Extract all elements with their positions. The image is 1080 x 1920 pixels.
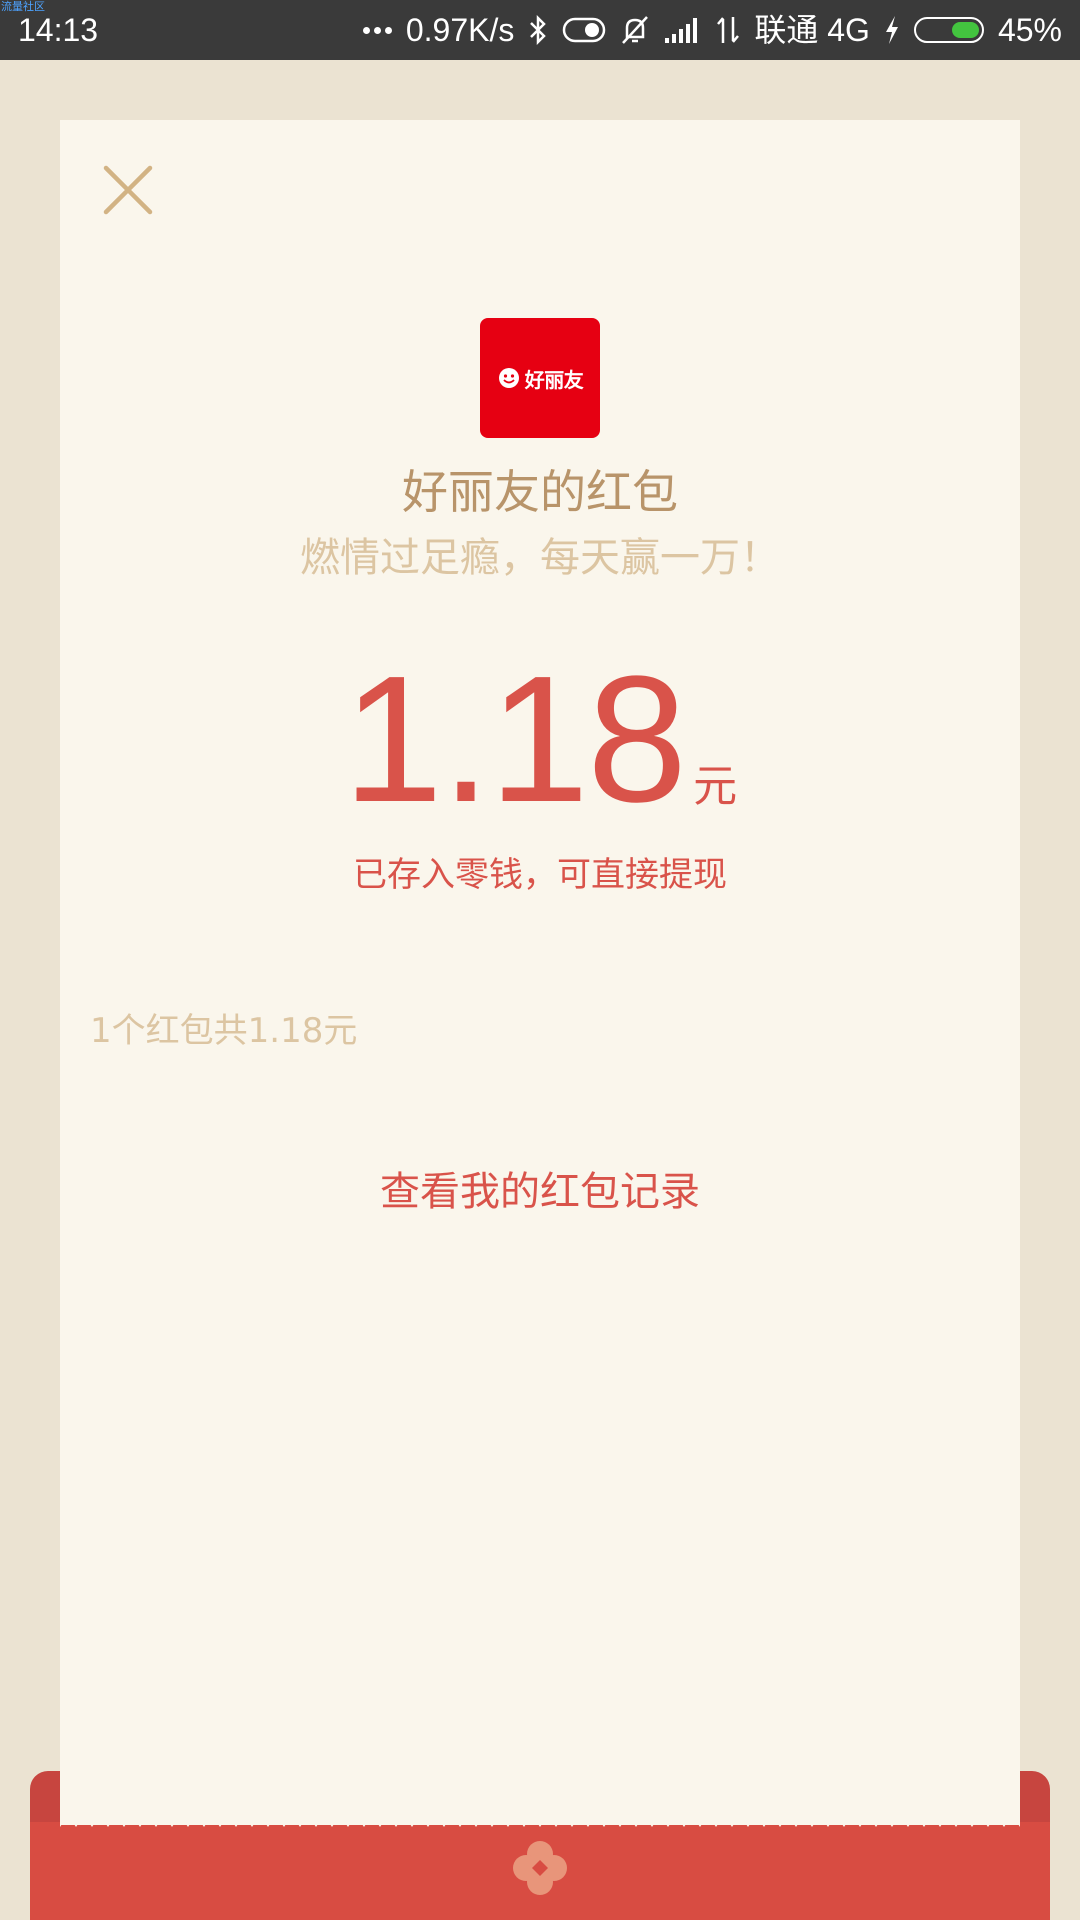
network-speed: 0.97K/s: [405, 12, 515, 48]
battery-percent: 45%: [997, 12, 1062, 48]
amount-unit: 元: [693, 761, 738, 812]
status-time: 14:13: [18, 12, 99, 48]
logo-text: 好丽友: [524, 367, 584, 392]
blessing-message: 燃情过足瘾，每天赢一万！: [300, 535, 780, 581]
sender-title: 好丽友的红包: [402, 465, 678, 519]
view-records-link[interactable]: 查看我的红包记录: [0, 1164, 1080, 1220]
mute-bell-icon: [622, 16, 649, 44]
signal-icon: [665, 18, 698, 43]
packet-summary: 1个红包共1.18元: [90, 1011, 358, 1051]
flower-emblem-icon: [513, 1841, 567, 1895]
charging-bolt-icon: [885, 16, 898, 44]
more-dots-icon: [362, 26, 392, 34]
bluetooth-icon: [530, 15, 547, 45]
sender-logo: 好丽友: [480, 318, 600, 438]
amount-row: 1.18 元: [0, 650, 1080, 830]
status-bar: 流量社区 14:13 0.97K/s 联通 4G 45%: [0, 0, 1080, 60]
close-icon[interactable]: [98, 160, 158, 220]
card-zigzag-edge: [60, 1815, 1020, 1827]
logo-smile-icon: [498, 368, 519, 388]
data-arrows-icon: [717, 17, 740, 43]
battery-icon: [913, 17, 984, 43]
carrier-label: 联通 4G: [754, 12, 870, 48]
toggle-icon: [563, 17, 606, 43]
amount-value: 1.18: [342, 639, 687, 840]
saved-to-wallet-note: 已存入零钱，可直接提现: [353, 855, 727, 895]
battery-level: [951, 22, 979, 38]
status-icons: 0.97K/s 联通 4G 45%: [362, 10, 1062, 50]
